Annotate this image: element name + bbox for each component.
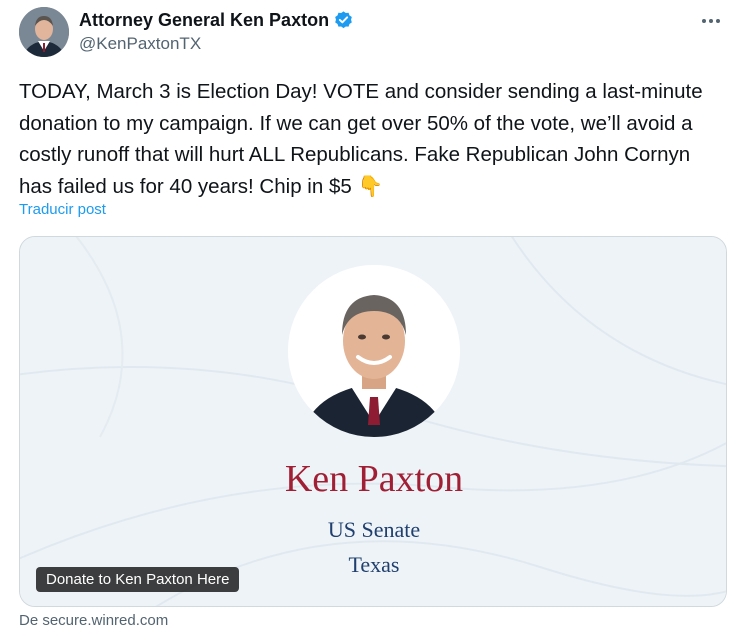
avatar[interactable] — [19, 7, 69, 57]
author-display-name[interactable]: Attorney General Ken Paxton — [79, 10, 329, 31]
card-source[interactable]: De secure.winred.com — [19, 612, 168, 629]
more-options-button[interactable] — [696, 8, 726, 34]
author-handle[interactable]: @KenPaxtonTX — [79, 34, 354, 54]
translate-post-link[interactable]: Traducir post — [19, 201, 106, 218]
verified-badge-icon — [335, 10, 352, 28]
more-dot-icon — [716, 19, 720, 23]
author-name-row: Attorney General Ken Paxton — [79, 8, 354, 32]
card-candidate-name: Ken Paxton — [284, 458, 464, 500]
more-dot-icon — [702, 19, 706, 23]
post-text: TODAY, March 3 is Election Day! VOTE and… — [19, 80, 709, 198]
card-office: US Senate — [327, 517, 421, 542]
card-link-label[interactable]: Donate to Ken Paxton Here — [36, 567, 240, 592]
post-author: Attorney General Ken Paxton @KenPaxtonTX — [79, 8, 354, 54]
more-dot-icon — [709, 19, 713, 23]
link-card[interactable]: Ken Paxton US Senate Texas Donate to Ken… — [19, 236, 727, 607]
candidate-portrait — [288, 265, 460, 437]
